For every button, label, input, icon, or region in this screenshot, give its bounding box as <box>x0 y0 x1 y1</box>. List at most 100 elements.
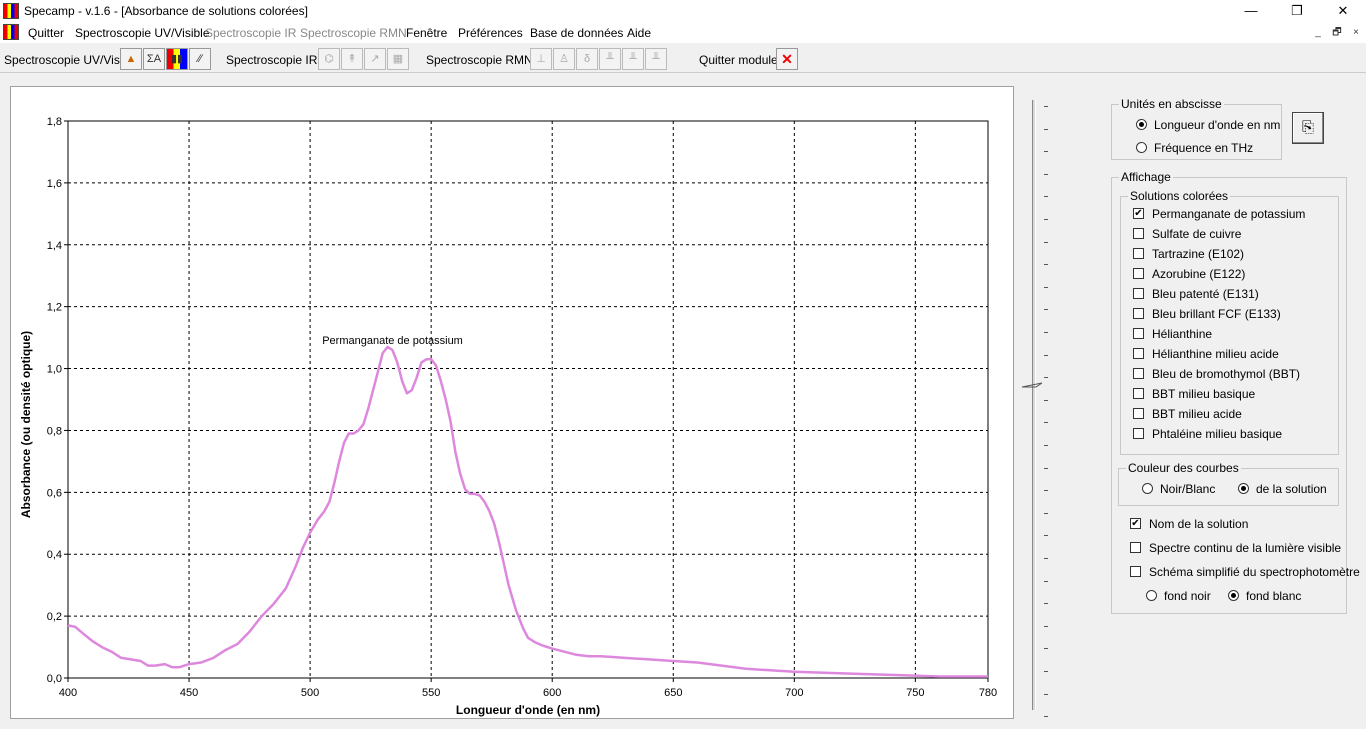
slider-tick <box>1044 716 1048 718</box>
color-spectrum-button[interactable]: ▮▮ <box>166 48 188 70</box>
checkbox-phtaleine-milieu-basique[interactable]: Phtaléine milieu basique <box>1133 427 1282 443</box>
mdi-restore-button[interactable]: 🗗 <box>1329 26 1345 40</box>
checkbox-label: Spectre continu de la lumière visible <box>1149 541 1342 555</box>
rmn-spectrum-button[interactable]: ⊥ <box>530 48 552 70</box>
checkbox-nom-solution[interactable]: ✔ Nom de la solution <box>1130 517 1248 533</box>
mdi-close-button[interactable]: × <box>1348 26 1364 40</box>
menu-base-donnees[interactable]: Base de données <box>530 26 623 40</box>
menu-aide[interactable]: Aide <box>627 26 651 40</box>
checkbox-bleu-patente-e131[interactable]: Bleu patenté (E131) <box>1133 287 1259 303</box>
slider-track[interactable] <box>1032 100 1036 710</box>
slider-tick <box>1044 467 1048 469</box>
quit-module-button[interactable]: ✕ <box>776 48 798 70</box>
checkbox-box[interactable] <box>1133 288 1144 300</box>
rmn-peaks-button[interactable]: ╨ <box>645 48 667 70</box>
solutions-groupbox: Solutions colorées ✔ Permanganate de pota… <box>1120 189 1339 455</box>
checkbox-helianthine-milieu-acide[interactable]: Hélianthine milieu acide <box>1133 347 1279 363</box>
rmn-molecule-button[interactable]: ♙ <box>553 48 575 70</box>
radio-circle[interactable] <box>1238 483 1249 495</box>
radio-circle[interactable] <box>1146 590 1157 602</box>
radio-noir-blanc-label: Noir/Blanc <box>1160 482 1216 496</box>
calibration-button[interactable]: ∕∕ <box>189 48 211 70</box>
zoom-slider[interactable] <box>1020 100 1060 718</box>
menu-fenetre[interactable]: Fenêtre <box>406 26 447 40</box>
checkbox-schema-spectrophotometre[interactable]: Schéma simplifié du spectrophotomètre <box>1130 565 1360 581</box>
uv-spectrum-button[interactable]: ▲ <box>120 48 142 70</box>
slider-thumb[interactable] <box>1022 382 1044 392</box>
menu-rmn[interactable]: Spectroscopie RMN <box>300 26 407 40</box>
checkbox-box[interactable] <box>1133 248 1144 260</box>
radio-circle[interactable] <box>1136 119 1147 131</box>
radio-couleur-solution[interactable]: de la solution <box>1238 482 1327 498</box>
x-tick-label: 600 <box>543 687 561 699</box>
checkbox-box[interactable] <box>1133 408 1144 420</box>
curve-color-legend: Couleur des courbes <box>1126 461 1241 475</box>
checkbox-box[interactable] <box>1133 228 1144 240</box>
quit-module-label: Quitter module : <box>699 53 785 67</box>
menu-preferences[interactable]: Préférences <box>458 26 523 40</box>
menu-quitter[interactable]: Quitter <box>28 26 64 40</box>
maximize-button[interactable]: ❐ <box>1274 0 1320 22</box>
x-tick-label: 450 <box>180 687 198 699</box>
rmn-delta-button[interactable]: δ <box>576 48 598 70</box>
checkbox-box[interactable]: ✔ <box>1133 208 1144 220</box>
close-button[interactable]: ✕ <box>1320 0 1366 22</box>
menu-uv-visible[interactable]: Spectroscopie UV/Visible <box>75 26 210 40</box>
app-icon <box>3 3 19 19</box>
checkbox-azorubine-e122[interactable]: Azorubine (E122) <box>1133 267 1245 283</box>
radio-circle[interactable] <box>1142 483 1153 495</box>
checkbox-bleu-brillant-fcf-e133[interactable]: Bleu brillant FCF (E133) <box>1133 307 1281 323</box>
checkbox-box[interactable] <box>1130 566 1141 578</box>
checkbox-box[interactable]: ✔ <box>1130 518 1141 530</box>
slider-tick <box>1044 196 1048 198</box>
checkbox-box[interactable] <box>1133 268 1144 280</box>
checkbox-tartrazine-e102[interactable]: Tartrazine (E102) <box>1133 247 1244 263</box>
rmn-multiplet-button[interactable]: ╨ <box>622 48 644 70</box>
mdi-app-icon[interactable] <box>3 24 19 40</box>
slider-tick <box>1044 580 1048 582</box>
ir-bands-button[interactable]: ↗ <box>364 48 386 70</box>
checkbox-box[interactable] <box>1133 308 1144 320</box>
checkbox-label: Bleu brillant FCF (E133) <box>1152 307 1281 321</box>
checkbox-box[interactable] <box>1133 368 1144 380</box>
ir-molecule-button[interactable]: ⌬ <box>318 48 340 70</box>
sum-absorbance-button[interactable]: ΣA <box>143 48 165 70</box>
checkbox-label: Bleu patenté (E131) <box>1152 287 1259 301</box>
checkbox-box[interactable] <box>1133 328 1144 340</box>
menu-ir[interactable]: Spectroscopie IR <box>205 26 296 40</box>
radio-wavelength-nm[interactable]: Longueur d'onde en nm <box>1136 118 1280 134</box>
rmn-integration-button[interactable]: ╨ <box>599 48 621 70</box>
radio-circle[interactable] <box>1136 142 1147 154</box>
slider-tick <box>1044 128 1048 130</box>
checkbox-box[interactable] <box>1133 428 1144 440</box>
ir-table-button[interactable]: ▦ <box>387 48 409 70</box>
minimize-button[interactable]: — <box>1228 0 1274 22</box>
radio-fond-blanc[interactable]: fond blanc <box>1228 589 1301 605</box>
radio-frequency-thz[interactable]: Fréquence en THz <box>1136 141 1253 157</box>
slider-tick <box>1044 309 1048 311</box>
checkbox-spectre-continu[interactable]: Spectre continu de la lumière visible <box>1130 541 1341 557</box>
module-toolbar: Spectroscopie UV/Vis : ▲ ΣA ▮▮ ∕∕ Spectr… <box>0 45 1366 73</box>
copy-chart-button[interactable]: ⎘ <box>1292 112 1324 144</box>
ir-spectrum-button[interactable]: ↟ <box>341 48 363 70</box>
checkbox-bleu-de-bromothymol-bbt[interactable]: Bleu de bromothymol (BBT) <box>1133 367 1300 383</box>
checkbox-box[interactable] <box>1133 388 1144 400</box>
radio-noir-blanc[interactable]: Noir/Blanc <box>1142 482 1215 498</box>
radio-wavelength-label: Longueur d'onde en nm <box>1154 118 1281 132</box>
checkbox-sulfate-de-cuivre[interactable]: Sulfate de cuivre <box>1133 227 1241 243</box>
mdi-minimize-button[interactable]: _ <box>1310 26 1326 40</box>
checkbox-bbt-milieu-basique[interactable]: BBT milieu basique <box>1133 387 1255 403</box>
slider-tick <box>1044 399 1048 401</box>
y-tick-label: 1,4 <box>47 240 62 252</box>
checkbox-permanganate-de-potassium[interactable]: ✔ Permanganate de potassium <box>1133 207 1305 223</box>
checkbox-helianthine[interactable]: Hélianthine <box>1133 327 1212 343</box>
radio-circle[interactable] <box>1228 590 1239 602</box>
checkbox-box[interactable] <box>1130 542 1141 554</box>
uv-vis-label: Spectroscopie UV/Vis : <box>4 53 127 67</box>
x-tick-label: 780 <box>979 687 997 699</box>
radio-fond-noir[interactable]: fond noir <box>1146 589 1211 605</box>
checkbox-box[interactable] <box>1133 348 1144 360</box>
checkbox-label: Permanganate de potassium <box>1152 207 1306 221</box>
curve-name-annotation: Permanganate de potassium <box>322 335 463 347</box>
checkbox-bbt-milieu-acide[interactable]: BBT milieu acide <box>1133 407 1242 423</box>
